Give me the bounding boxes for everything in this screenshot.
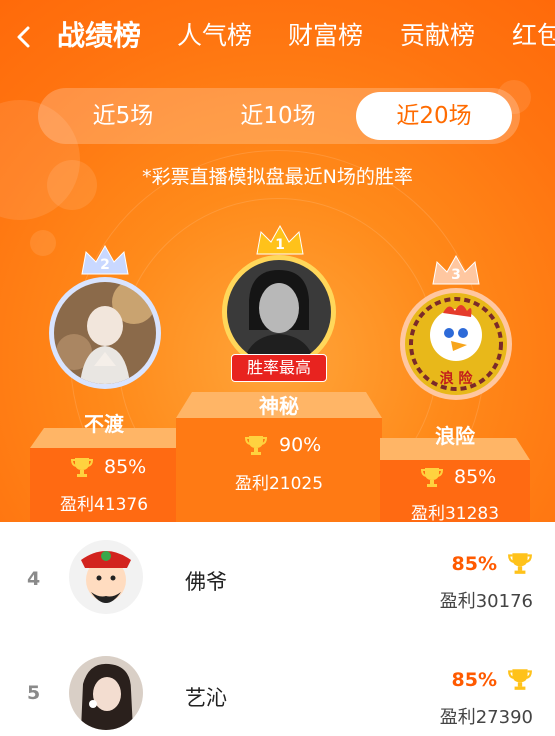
podium-rate: 85% <box>454 466 497 488</box>
segment-last-20[interactable]: 近20场 <box>356 92 512 140</box>
top-tab-bar: 战绩榜 人气榜 财富榜 贡献榜 红包 <box>0 0 555 76</box>
back-arrow-icon[interactable] <box>12 22 36 52</box>
tab-popularity[interactable]: 人气榜 <box>177 18 252 54</box>
avatar-yiqin[interactable] <box>69 656 143 730</box>
list-name[interactable]: 佛爷 <box>185 566 227 596</box>
list-item[interactable]: 4 佛爷 85% 盈利30176 <box>0 522 555 634</box>
list-name[interactable]: 艺沁 <box>185 682 227 712</box>
rank-number: 1 <box>275 237 285 253</box>
decor-bubble <box>30 230 56 256</box>
avatar-rooster[interactable]: 浪 险 <box>405 293 507 395</box>
podium-name[interactable]: 浪险 <box>380 420 530 449</box>
tab-wealth[interactable]: 财富榜 <box>288 18 363 54</box>
avatar-mystery[interactable] <box>227 260 331 364</box>
list-rank: 4 <box>27 568 41 590</box>
avatar-text: 浪 险 <box>440 370 474 387</box>
rank-number: 2 <box>100 257 110 273</box>
rank-number: 3 <box>451 267 461 283</box>
win-rate-note: *彩票直播模拟盘最近N场的胜率 <box>142 166 413 188</box>
trophy-icon <box>508 553 532 574</box>
trophy-icon <box>70 458 94 477</box>
podium-name[interactable]: 神秘 <box>176 390 382 419</box>
list-item[interactable]: 5 艺沁 85% 盈利27390 <box>0 634 555 736</box>
list-profit: 盈利27390 <box>439 707 533 728</box>
list-rate: 85% <box>451 553 497 575</box>
trophy-icon <box>508 669 532 690</box>
podium-rate: 85% <box>104 456 147 478</box>
podium-profit: 盈利31283 <box>410 504 500 522</box>
podium-name[interactable]: 不渡 <box>30 408 178 437</box>
tab-record[interactable]: 战绩榜 <box>57 18 141 54</box>
podium-rate: 90% <box>279 434 322 456</box>
list-rank: 5 <box>27 682 41 704</box>
segment-last-10[interactable]: 近10场 <box>210 92 346 140</box>
list-profit: 盈利30176 <box>439 591 533 612</box>
avatar-fuye[interactable] <box>69 540 143 614</box>
tab-red-packet[interactable]: 红包 <box>512 18 555 54</box>
podium-profit: 盈利41376 <box>59 495 149 515</box>
list-rate: 85% <box>451 669 497 691</box>
range-segment: 近5场 近10场 近20场 <box>38 88 520 144</box>
top-rate-badge: 胜率最高 <box>231 354 327 382</box>
leaderboard-header: 战绩榜 人气榜 财富榜 贡献榜 红包 近5场 近10场 近20场 *彩票直播模拟… <box>0 0 555 522</box>
podium-profit: 盈利21025 <box>234 474 324 494</box>
tab-contribution[interactable]: 贡献榜 <box>400 18 475 54</box>
trophy-icon <box>420 468 444 487</box>
segment-last-5[interactable]: 近5场 <box>58 92 188 140</box>
avatar-monk[interactable] <box>54 282 156 384</box>
trophy-icon <box>244 436 268 455</box>
